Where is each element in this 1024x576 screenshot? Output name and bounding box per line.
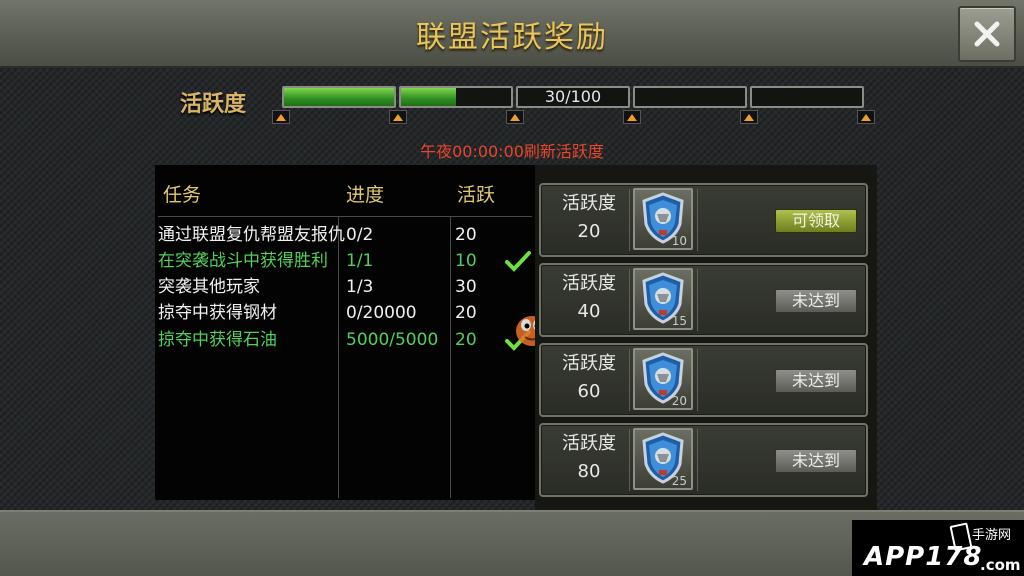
milestone-marker-icon [857, 110, 875, 124]
reward-item[interactable]: 15 [633, 268, 693, 330]
task-points: 20 [455, 225, 477, 245]
reward-card: 活跃度 80 25 未达到 [539, 423, 868, 497]
reward-card: 活跃度 20 10 可领取 [539, 183, 868, 257]
card-divider [697, 429, 698, 491]
table-row: 掠夺中获得钢材 0/20000 20 [0, 300, 520, 326]
task-name: 在突袭战斗中获得胜利 [158, 251, 328, 271]
locked-button[interactable]: 未达到 [775, 289, 857, 313]
task-points: 20 [455, 330, 477, 350]
task-progress: 5000/5000 [346, 330, 439, 350]
locked-button[interactable]: 未达到 [775, 369, 857, 393]
task-points: 20 [455, 303, 477, 323]
reward-item[interactable]: 25 [633, 428, 693, 490]
activity-segment-2 [399, 86, 513, 108]
close-icon [974, 21, 1000, 47]
close-button[interactable] [958, 6, 1016, 62]
activity-segment-3: 30/100 [516, 86, 630, 108]
card-divider [629, 349, 630, 411]
reward-caption: 活跃度 [562, 273, 616, 294]
card-divider [629, 429, 630, 491]
reward-caption: 活跃度 [562, 433, 616, 454]
reward-count: 20 [671, 394, 687, 408]
locked-button[interactable]: 未达到 [775, 449, 857, 473]
check-icon [505, 251, 531, 272]
reward-count: 10 [671, 234, 687, 248]
milestone-marker-icon [272, 110, 290, 124]
reward-count: 15 [671, 314, 687, 328]
watermark-logo: APP178 手游网 .com [852, 520, 1024, 576]
reward-required: 20 [577, 221, 601, 242]
task-points: 10 [455, 251, 477, 271]
page-title: 联盟活跃奖励 [416, 20, 608, 55]
milestone-marker-icon [740, 110, 758, 124]
claim-button[interactable]: 可领取 [775, 209, 857, 233]
activity-segment-1 [282, 86, 396, 108]
card-divider [629, 269, 630, 331]
task-name: 突袭其他玩家 [158, 277, 260, 297]
table-header-divider [158, 216, 532, 217]
header-points: 活跃 [457, 184, 496, 206]
table-row: 在突袭战斗中获得胜利 1/1 10 [0, 248, 531, 274]
reward-item[interactable]: 20 [633, 348, 693, 410]
card-divider [697, 189, 698, 251]
activity-segment-5 [750, 86, 864, 108]
watermark-sub: 手游网 [972, 528, 1012, 543]
reward-card: 活跃度 40 15 未达到 [539, 263, 868, 337]
activity-segment-4 [633, 86, 747, 108]
reward-required: 60 [577, 381, 601, 402]
activity-label: 活跃度 [180, 92, 247, 117]
card-divider [697, 269, 698, 331]
reward-item[interactable]: 10 [633, 188, 693, 250]
milestone-marker-icon [506, 110, 524, 124]
task-progress: 1/3 [346, 277, 374, 297]
refresh-note: 午夜00:00:00刷新活跃度 [420, 142, 604, 161]
reward-caption: 活跃度 [562, 353, 616, 374]
task-progress: 0/20000 [346, 303, 417, 323]
task-progress: 0/2 [346, 225, 374, 245]
watermark-domain: .com [980, 556, 1021, 574]
watermark-main: APP178 [864, 542, 983, 572]
milestone-marker-icon [389, 110, 407, 124]
task-points: 30 [455, 277, 477, 297]
activity-progress-text: 30/100 [544, 87, 602, 106]
title-bar: 联盟活跃奖励 [0, 0, 1024, 68]
reward-required: 40 [577, 301, 601, 322]
task-name: 掠夺中获得石油 [158, 330, 277, 350]
card-divider [697, 349, 698, 411]
table-row: 通过联盟复仇帮盟友报仇 0/2 20 [0, 222, 520, 248]
reward-card: 活跃度 60 20 未达到 [539, 343, 868, 417]
header-progress: 进度 [346, 184, 385, 206]
table-row: 突袭其他玩家 1/3 30 [0, 274, 520, 300]
task-name: 掠夺中获得钢材 [158, 303, 277, 323]
task-name: 通过联盟复仇帮盟友报仇 [158, 225, 345, 245]
table-row: 掠夺中获得石油 5000/5000 20 [0, 327, 531, 353]
reward-required: 80 [577, 461, 601, 482]
reward-count: 25 [671, 474, 687, 488]
milestone-marker-icon [623, 110, 641, 124]
task-progress: 1/1 [346, 251, 374, 271]
header-task: 任务 [163, 184, 202, 206]
alliance-activity-screen: 联盟活跃奖励 活跃度 30/100 午夜00:00:00刷新活跃度 任务 进度 … [0, 0, 1024, 576]
card-divider [629, 189, 630, 251]
reward-caption: 活跃度 [562, 193, 616, 214]
